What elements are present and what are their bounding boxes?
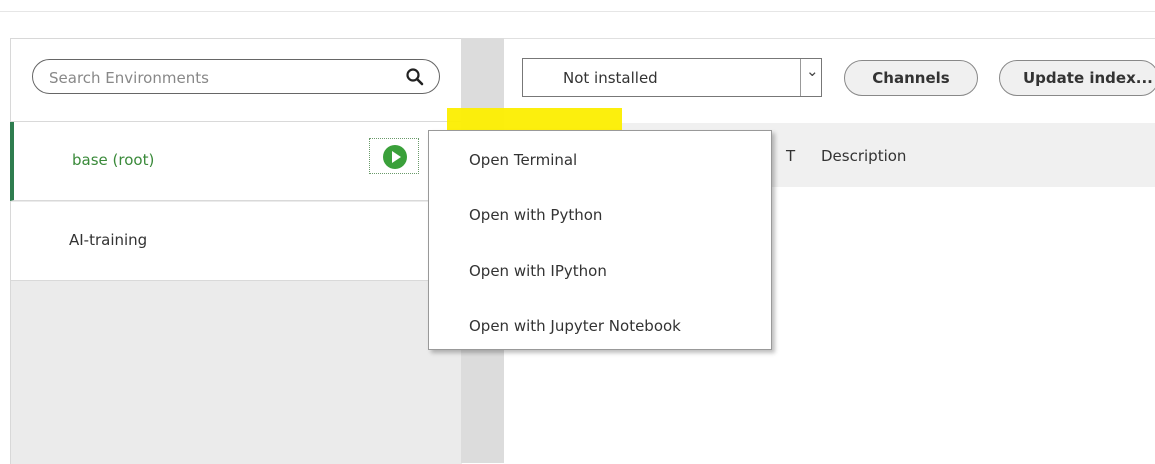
channels-button[interactable]: Channels — [844, 60, 978, 96]
menu-item-open-terminal[interactable]: Open Terminal — [469, 151, 577, 169]
menu-item-open-jupyter[interactable]: Open with Jupyter Notebook — [469, 317, 681, 335]
search-input[interactable] — [47, 67, 391, 89]
search-icon[interactable] — [405, 67, 425, 87]
top-divider — [0, 11, 1155, 12]
env-context-menu: Open Terminal Open with Python Open with… — [428, 130, 772, 350]
env-name: AI-training — [69, 231, 148, 249]
search-box[interactable] — [32, 59, 440, 94]
env-run-button[interactable] — [369, 138, 419, 174]
env-row-ai-training[interactable]: AI-training — [11, 202, 462, 281]
env-row-base[interactable]: base (root) — [10, 122, 461, 201]
env-name: base (root) — [72, 151, 155, 169]
menu-item-open-python[interactable]: Open with Python — [469, 206, 602, 224]
package-filter-value: Not installed — [563, 69, 658, 87]
update-index-button[interactable]: Update index... — [999, 60, 1155, 96]
column-header-type[interactable]: T — [786, 147, 795, 165]
column-header-description[interactable]: Description — [821, 147, 906, 165]
search-area — [11, 39, 462, 122]
environments-panel: base (root) AI-training — [10, 38, 462, 464]
play-icon[interactable] — [383, 145, 407, 169]
menu-item-open-ipython[interactable]: Open with IPython — [469, 262, 607, 280]
chevron-down-icon[interactable] — [800, 59, 821, 96]
package-filter-select[interactable]: Not installed — [522, 58, 822, 97]
